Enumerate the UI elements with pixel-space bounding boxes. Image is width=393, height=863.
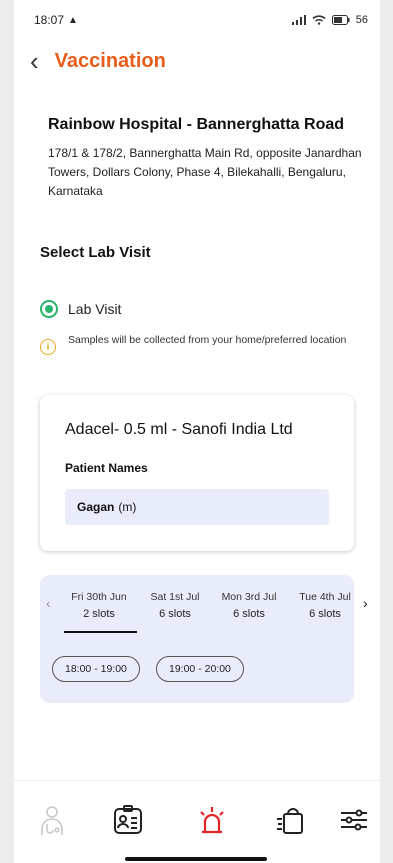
info-icon: i bbox=[40, 339, 56, 355]
day-date: Fri 30th Jun bbox=[71, 591, 127, 603]
vaccine-card: Adacel- 0.5 ml - Sanofi India Ltd Patien… bbox=[40, 395, 354, 551]
id-card-icon[interactable] bbox=[110, 800, 146, 840]
day-date: Tue 4th Jul bbox=[299, 591, 351, 603]
page-header: ‹ Vaccination bbox=[30, 48, 166, 74]
time-slot-button[interactable]: 19:00 - 20:00 bbox=[156, 656, 244, 682]
wifi-icon bbox=[312, 15, 326, 25]
home-indicator bbox=[125, 857, 267, 861]
info-note: i Samples will be collected from your ho… bbox=[40, 332, 360, 355]
battery-icon bbox=[331, 15, 350, 25]
filter-sliders-icon[interactable] bbox=[336, 800, 372, 840]
info-text: Samples will be collected from your home… bbox=[68, 334, 347, 346]
notification-icon: ▲ bbox=[68, 14, 78, 26]
day-tab-sat[interactable]: Sat 1st Jul 6 slots bbox=[140, 591, 210, 620]
chevron-right-icon[interactable]: › bbox=[363, 595, 368, 611]
lab-visit-label: Lab Visit bbox=[68, 301, 122, 317]
hospital-address: 178/1 & 178/2, Bannerghatta Main Rd, opp… bbox=[48, 146, 362, 198]
day-tab-fri[interactable]: Fri 30th Jun 2 slots bbox=[64, 591, 137, 633]
patient-gender: (m) bbox=[118, 500, 137, 514]
battery-level: 56 bbox=[355, 14, 368, 26]
time-slot-button[interactable]: 18:00 - 19:00 bbox=[52, 656, 140, 682]
patient-names-label: Patient Names bbox=[65, 461, 148, 475]
patient-chip[interactable]: Gagan (m) bbox=[65, 489, 329, 525]
patient-name: Gagan bbox=[77, 500, 115, 514]
day-slots: 6 slots bbox=[159, 608, 191, 620]
status-bar: 18:07 ▲ 56 bbox=[14, 0, 380, 40]
page-title: Vaccination bbox=[54, 49, 166, 72]
hospital-name: Rainbow Hospital - Bannerghatta Road bbox=[48, 116, 345, 133]
bottom-nav bbox=[14, 800, 380, 840]
chevron-left-icon[interactable]: ‹ bbox=[46, 595, 51, 611]
section-title: Select Lab Visit bbox=[40, 244, 151, 261]
day-tab-tue[interactable]: Tue 4th Jul 6 slots bbox=[290, 591, 360, 620]
day-slots: 6 slots bbox=[233, 608, 265, 620]
emergency-siren-icon[interactable] bbox=[194, 800, 230, 840]
day-date: Sat 1st Jul bbox=[150, 591, 200, 603]
lab-visit-radio[interactable]: Lab Visit bbox=[40, 300, 121, 318]
doctor-icon[interactable] bbox=[34, 800, 70, 840]
day-slots: 6 slots bbox=[309, 608, 341, 620]
day-tab-mon[interactable]: Mon 3rd Jul 6 slots bbox=[214, 591, 284, 620]
nav-divider bbox=[14, 780, 380, 781]
status-time: 18:07 bbox=[34, 13, 65, 27]
vaccine-name: Adacel- 0.5 ml - Sanofi India Ltd bbox=[65, 421, 293, 438]
selected-day-underline bbox=[64, 631, 137, 633]
slot-picker: ‹ Fri 30th Jun 2 slots Sat 1st Jul 6 slo… bbox=[40, 575, 368, 703]
radio-selected-icon[interactable] bbox=[40, 300, 58, 318]
day-slots: 2 slots bbox=[83, 608, 115, 620]
shopping-bag-icon[interactable] bbox=[272, 800, 308, 840]
signal-icon bbox=[291, 15, 306, 25]
back-arrow-icon[interactable]: ‹ bbox=[30, 48, 39, 74]
day-date: Mon 3rd Jul bbox=[221, 591, 277, 603]
app-screen: 18:07 ▲ 56 ‹ Vaccination Rainbow Hospita… bbox=[14, 0, 380, 863]
